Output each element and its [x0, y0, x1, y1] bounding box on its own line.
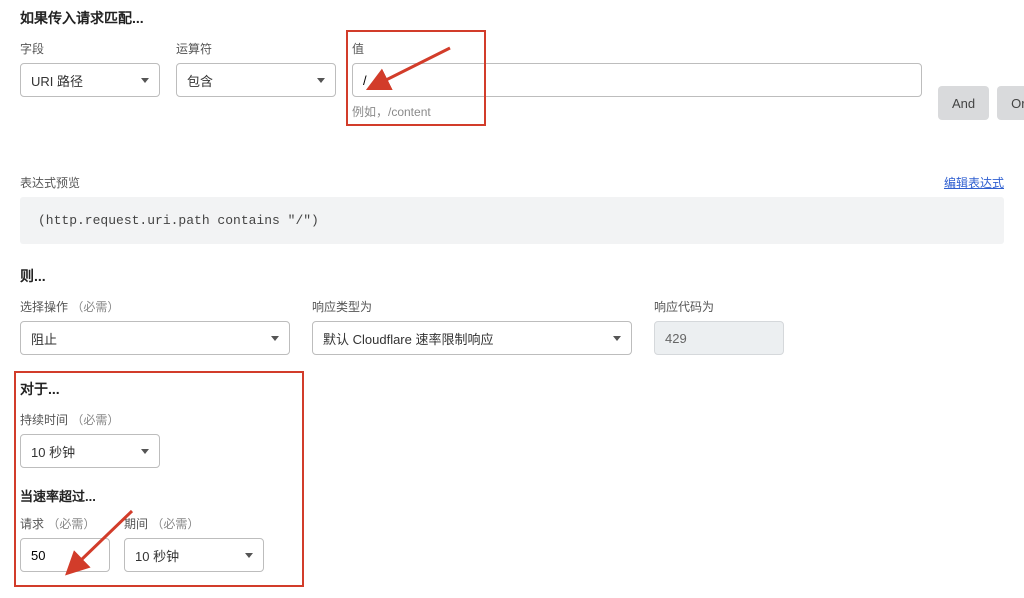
or-button[interactable]: Or — [997, 86, 1024, 120]
rate-heading: 当速率超过... — [20, 486, 1004, 505]
chevron-down-icon — [613, 336, 621, 341]
action-label: 选择操作 （必需） — [20, 298, 290, 315]
value-hint: 例如，/content — [352, 103, 922, 120]
operator-select-value: 包含 — [187, 71, 213, 90]
period-label: 期间 （必需） — [124, 515, 264, 532]
value-input[interactable] — [352, 63, 922, 97]
chevron-down-icon — [271, 336, 279, 341]
match-heading: 如果传入请求匹配... — [20, 8, 1004, 28]
field-label: 字段 — [20, 40, 160, 57]
value-label: 值 — [352, 40, 922, 57]
duration-heading: 对于... — [20, 379, 1004, 399]
field-select[interactable]: URI 路径 — [20, 63, 160, 97]
then-heading: 则... — [20, 266, 1004, 286]
period-select[interactable]: 10 秒钟 — [124, 538, 264, 572]
chevron-down-icon — [141, 78, 149, 83]
action-select-value: 阻止 — [31, 329, 57, 348]
duration-label: 持续时间 （必需） — [20, 411, 180, 428]
operator-label: 运算符 — [176, 40, 336, 57]
response-type-select-value: 默认 Cloudflare 速率限制响应 — [323, 329, 493, 348]
field-select-value: URI 路径 — [31, 71, 83, 90]
edit-expression-link[interactable]: 编辑表达式 — [944, 174, 1004, 191]
expression-preview-label: 表达式预览 — [20, 174, 80, 191]
period-select-value: 10 秒钟 — [135, 546, 179, 565]
response-type-label: 响应类型为 — [312, 298, 632, 315]
action-select[interactable]: 阻止 — [20, 321, 290, 355]
requests-label: 请求 （必需） — [20, 515, 110, 532]
and-button[interactable]: And — [938, 86, 989, 120]
response-code-input — [654, 321, 784, 355]
requests-input[interactable] — [20, 538, 110, 572]
expression-preview-box: (http.request.uri.path contains "/") — [20, 197, 1004, 244]
response-type-select[interactable]: 默认 Cloudflare 速率限制响应 — [312, 321, 632, 355]
duration-select[interactable]: 10 秒钟 — [20, 434, 160, 468]
duration-select-value: 10 秒钟 — [31, 442, 75, 461]
response-code-label: 响应代码为 — [654, 298, 784, 315]
operator-select[interactable]: 包含 — [176, 63, 336, 97]
chevron-down-icon — [317, 78, 325, 83]
chevron-down-icon — [245, 553, 253, 558]
chevron-down-icon — [141, 449, 149, 454]
